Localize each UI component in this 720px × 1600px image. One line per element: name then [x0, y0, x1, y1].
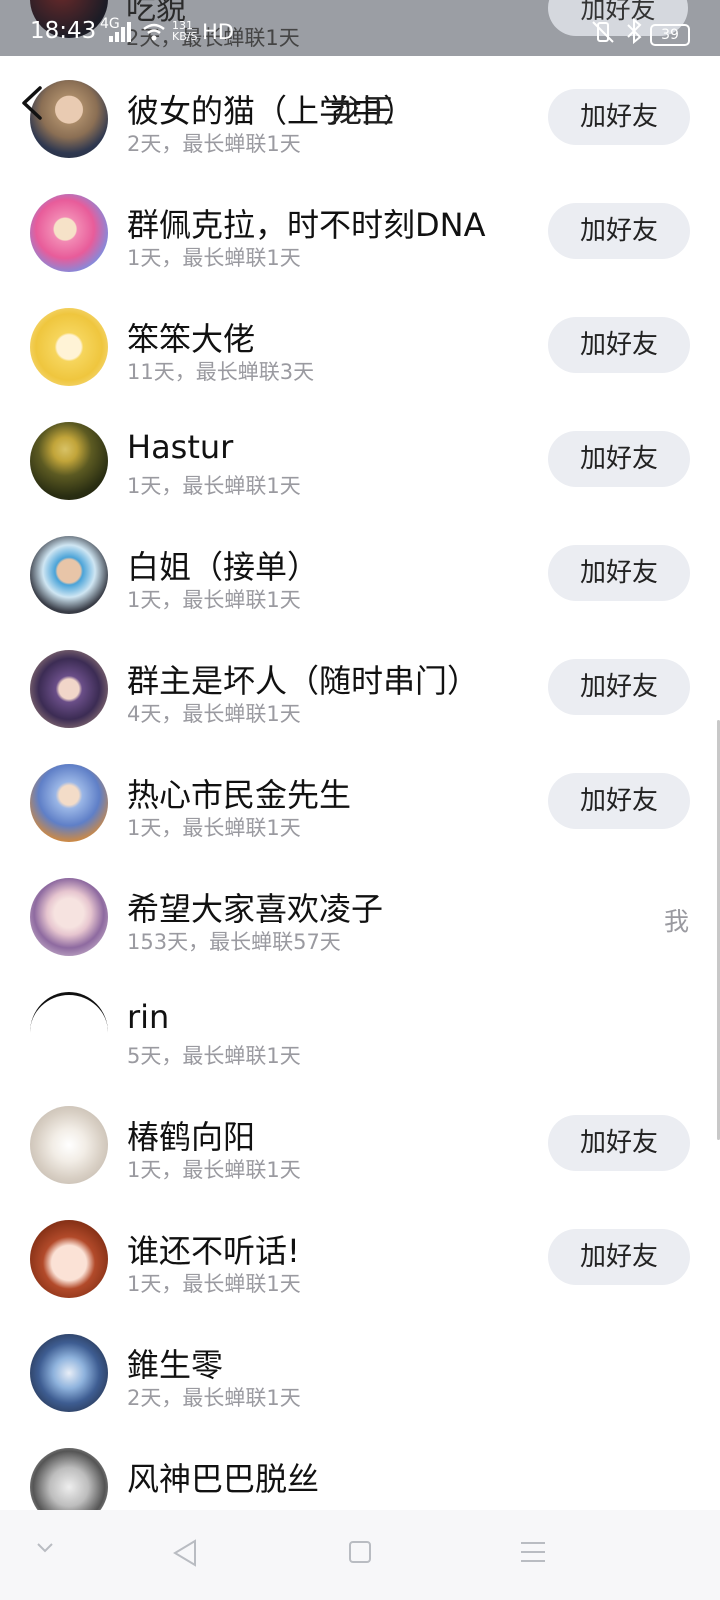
- status-bar: 吃貌 2天，最长蝉联1天 加好友 18:43 4G 131 KB/S HD 39: [0, 0, 720, 56]
- member-subtitle: 1天，最长蝉联1天: [127, 588, 301, 612]
- member-subtitle: 1天，最长蝉联1天: [127, 1158, 301, 1182]
- add-friend-button[interactable]: 加好友: [548, 773, 690, 829]
- list-item[interactable]: Hastur 1天，最长蝉联1天 加好友: [0, 410, 720, 526]
- chevron-down-icon[interactable]: [36, 1542, 54, 1554]
- avatar[interactable]: [30, 422, 108, 500]
- member-subtitle: 2天，最长蝉联1天: [127, 1386, 301, 1410]
- list-item[interactable]: 群佩克拉，时不时刻DNA 1天，最长蝉联1天 加好友: [0, 182, 720, 298]
- member-subtitle: 153天，最长蝉联57天: [127, 930, 341, 954]
- member-name: Hastur: [127, 428, 234, 466]
- list-item[interactable]: 錐生零 2天，最长蝉联1天: [0, 1322, 720, 1438]
- clock: 18:43: [30, 18, 97, 44]
- speed-unit: KB/S: [172, 30, 198, 43]
- member-name: rin: [127, 998, 170, 1036]
- member-subtitle: 1天，最长蝉联1天: [127, 1272, 301, 1296]
- list-item[interactable]: 希望大家喜欢凌子 153天，最长蝉联57天 我: [0, 866, 720, 982]
- member-subtitle: 1天，最长蝉联1天: [127, 246, 301, 270]
- add-friend-button[interactable]: 加好友: [548, 545, 690, 601]
- add-friend-button[interactable]: 加好友: [548, 1115, 690, 1171]
- member-subtitle: 4天，最长蝉联1天: [127, 702, 301, 726]
- list-item[interactable]: 谁还不听话! 1天，最长蝉联1天 加好友: [0, 1208, 720, 1324]
- avatar[interactable]: [30, 764, 108, 842]
- home-square-icon[interactable]: [348, 1540, 372, 1564]
- back-triangle-icon[interactable]: [172, 1538, 198, 1568]
- bluetooth-icon: [627, 18, 642, 44]
- avatar[interactable]: [30, 1106, 108, 1184]
- add-friend-button[interactable]: 加好友: [548, 659, 690, 715]
- add-friend-button[interactable]: 加好友: [548, 203, 690, 259]
- list-item[interactable]: 白姐（接单） 1天，最长蝉联1天 加好友: [0, 524, 720, 640]
- avatar[interactable]: [30, 1334, 108, 1412]
- list-item[interactable]: 群主是坏人（随时串门） 4天，最长蝉联1天 加好友: [0, 638, 720, 754]
- avatar[interactable]: [30, 992, 108, 1073]
- menu-icon[interactable]: [520, 1540, 546, 1564]
- member-name: 椿鹤向阳: [127, 1118, 256, 1156]
- member-subtitle: 2天，最长蝉联1天: [127, 132, 301, 156]
- list-item[interactable]: 椿鹤向阳 1天，最长蝉联1天 加好友: [0, 1094, 720, 1210]
- avatar[interactable]: [30, 308, 108, 386]
- wifi-icon: [143, 23, 165, 41]
- member-name: 白姐（接单）: [127, 548, 320, 586]
- member-subtitle: 1天，最长蝉联1天: [127, 816, 301, 840]
- vibrate-off-icon: [592, 21, 614, 43]
- member-name: 热心市民金先生: [127, 776, 352, 814]
- add-friend-button[interactable]: 加好友: [548, 431, 690, 487]
- signal-icon: [109, 22, 131, 42]
- member-name: 錐生零: [127, 1346, 224, 1384]
- member-name: 风神巴巴脱丝: [127, 1460, 320, 1498]
- page-title: 龙王: [330, 92, 395, 130]
- member-name: 谁还不听话!: [127, 1232, 300, 1270]
- member-subtitle: 5天，最长蝉联1天: [127, 1044, 301, 1068]
- member-subtitle: 1天，最长蝉联1天: [127, 474, 301, 498]
- network-speed: 131 KB/S: [172, 20, 197, 42]
- member-name: 群佩克拉，时不时刻DNA: [127, 206, 486, 244]
- list-item[interactable]: 热心市民金先生 1天，最长蝉联1天 加好友: [0, 752, 720, 868]
- add-friend-button[interactable]: 加好友: [548, 89, 690, 145]
- avatar[interactable]: [30, 194, 108, 272]
- add-friend-button[interactable]: 加好友: [548, 1229, 690, 1285]
- self-tag: 我: [664, 907, 690, 936]
- back-arrow-icon[interactable]: [14, 84, 48, 122]
- hd-icon: HD: [202, 20, 234, 44]
- member-name: 希望大家喜欢凌子: [127, 890, 384, 928]
- avatar[interactable]: [30, 536, 108, 614]
- system-nav-bar: [0, 1510, 720, 1600]
- add-friend-button[interactable]: 加好友: [548, 317, 690, 373]
- member-name: 群主是坏人（随时串门）: [127, 662, 480, 700]
- member-name: 笨笨大佬: [127, 320, 256, 358]
- battery-icon: 39: [650, 24, 690, 46]
- avatar[interactable]: [30, 1220, 108, 1298]
- avatar[interactable]: [30, 878, 108, 956]
- avatar[interactable]: [30, 650, 108, 728]
- list-item[interactable]: rin 5天，最长蝉联1天: [0, 980, 720, 1096]
- member-subtitle: 11天，最长蝉联3天: [127, 360, 315, 384]
- list-item[interactable]: 笨笨大佬 11天，最长蝉联3天 加好友: [0, 296, 720, 412]
